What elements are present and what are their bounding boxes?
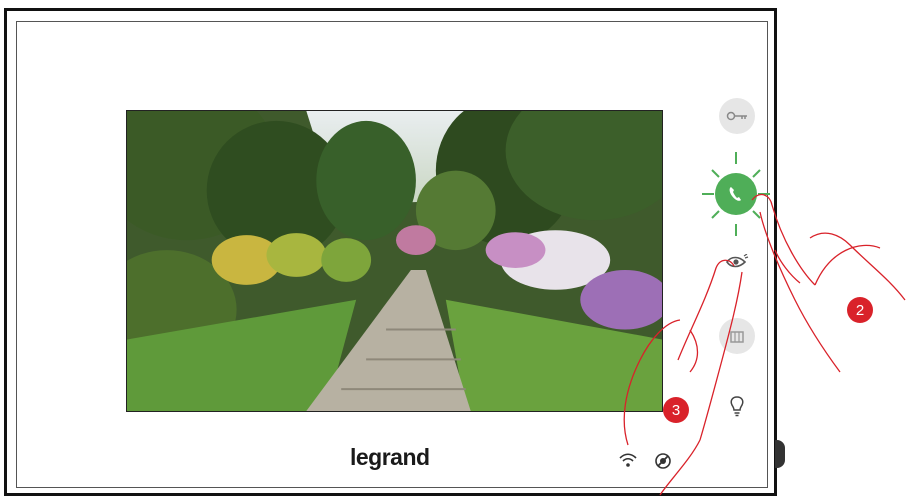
answer-call-button[interactable] <box>715 173 757 215</box>
eye-icon <box>726 254 749 268</box>
camera-cycle-icon <box>730 331 744 343</box>
camera-view-screen <box>126 110 663 412</box>
camera-view-button[interactable] <box>719 244 755 280</box>
key-icon <box>726 111 747 121</box>
ringer-off-icon <box>654 452 672 475</box>
door-lock-button[interactable] <box>719 98 755 134</box>
step-3-callout: 3 <box>663 397 689 423</box>
step-2-callout: 2 <box>847 297 873 323</box>
wifi-icon <box>618 452 638 473</box>
side-knob <box>775 440 785 468</box>
bulb-icon <box>730 396 744 417</box>
camera-cycle-button[interactable] <box>719 318 755 354</box>
light-button[interactable] <box>719 388 755 424</box>
brand-logo: legrand <box>350 444 430 470</box>
phone-icon <box>729 187 741 201</box>
garden-image <box>127 111 662 411</box>
